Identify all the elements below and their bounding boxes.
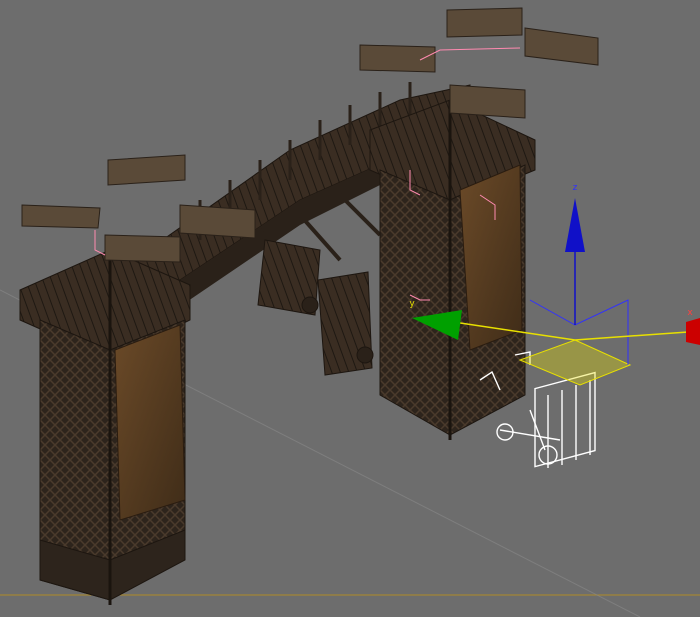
gizmo-x-arrow[interactable] xyxy=(686,318,700,345)
right-tower-banner xyxy=(459,164,523,351)
3d-viewport[interactable]: z y x xyxy=(0,0,700,617)
gizmo-xy-plane[interactable] xyxy=(518,339,632,386)
gizmo-x-axis[interactable] xyxy=(574,331,689,341)
right-tower xyxy=(369,99,536,440)
gizmo-x-label: x xyxy=(687,308,693,318)
gizmo-z-label: z xyxy=(573,183,578,193)
scene-canvas[interactable]: z y x xyxy=(0,0,700,617)
gizmo-y-label: y xyxy=(409,299,415,309)
gizmo-z-arrow[interactable] xyxy=(565,198,585,252)
hanging-shields xyxy=(257,239,374,376)
left-tower xyxy=(19,249,191,605)
left-tower-banner xyxy=(114,324,186,521)
